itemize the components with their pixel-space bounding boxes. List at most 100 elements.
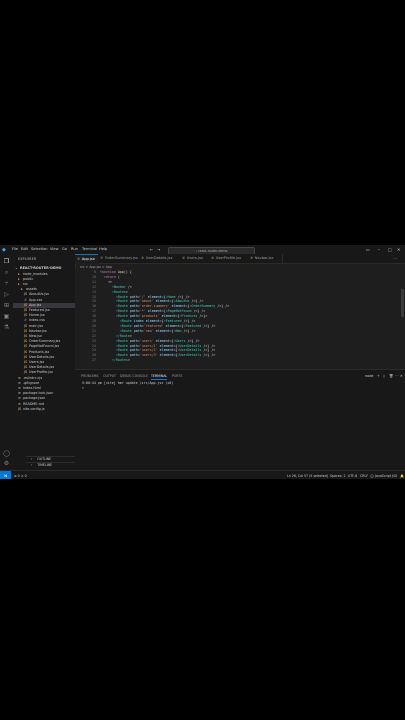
menu-terminal[interactable]: Terminal — [82, 247, 97, 251]
search-view-icon[interactable]: ⌕ — [3, 269, 10, 276]
new-terminal-icon[interactable]: + — [377, 374, 380, 378]
code-text: <Route path='*' element={<PageNotFound /… — [115, 309, 206, 314]
code-text: <Route path='products' element={<Product… — [115, 314, 208, 319]
line-number: 26 — [92, 353, 96, 358]
code-text: <Route path='users' element={<Users />} … — [115, 338, 200, 343]
close-icon[interactable]: ✕ — [397, 247, 400, 252]
tab-app-jsx[interactable]: ⚛ App.jsx — [75, 254, 100, 264]
menu-view[interactable]: View — [50, 247, 59, 251]
project-root[interactable]: ⌄ REACT-ROUTER-DEMO — [15, 266, 62, 271]
minimize-icon[interactable]: – — [378, 247, 380, 252]
tree-item-label: .eslintrc.cjs — [23, 375, 43, 380]
run-debug-icon[interactable]: ▷ — [3, 291, 10, 298]
language-mode[interactable]: {} JavaScript JSX — [370, 474, 397, 478]
indentation[interactable]: Spaces: 2 — [330, 474, 346, 478]
layout-toggle-icon[interactable]: ▭ — [366, 247, 370, 252]
code-text: </Route> — [115, 333, 132, 338]
back-arrow-icon[interactable]: ← — [150, 247, 153, 252]
line-number: 18 — [92, 314, 96, 319]
tree-file[interactable]: JS vite.config.js — [13, 407, 79, 412]
react-file-icon: ⚛ — [211, 256, 215, 260]
code-text: function App() { — [100, 270, 132, 274]
line-number: 12 — [92, 284, 96, 289]
close-panel-icon[interactable]: ✕ — [400, 374, 403, 378]
tab-ports[interactable]: PORTS — [172, 374, 182, 378]
line-number: 22 — [92, 333, 96, 338]
react-file-icon: ⚛ — [100, 256, 104, 260]
code-text: <Route path='new' element={<New />} /> — [119, 328, 196, 333]
testing-icon[interactable]: ⚗ — [3, 324, 10, 331]
tab-debug-console[interactable]: DEBUG CONSOLE — [120, 374, 148, 378]
more-icon[interactable]: ⋯ — [395, 374, 398, 378]
code-text: <Route path='users/2' element={<UserDeta… — [115, 348, 216, 353]
code-line: 23 <Route path='users' element={<Users /… — [75, 339, 395, 344]
code-editor[interactable]: 9 function App() {10 return (11 <> 12 <Nav… — [75, 269, 405, 369]
line-number: 14 — [92, 294, 96, 299]
tree-item-label: UserDetails.jsx — [29, 354, 55, 359]
kill-terminal-icon[interactable]: 🗑 — [389, 374, 393, 378]
tree-item-label: App.jsx — [29, 302, 42, 307]
breadcrumb[interactable]: src > App.jsx > App — [80, 265, 112, 269]
line-endings[interactable]: CRLF — [360, 474, 368, 478]
tab-users-jsx[interactable]: ⚛ Users.jsx — [180, 254, 211, 263]
manage-gear-icon[interactable]: ⚙ — [3, 460, 10, 467]
menu-run[interactable]: Run — [71, 247, 78, 251]
forward-arrow-icon[interactable]: → — [157, 247, 160, 252]
explorer-sidebar: EXPLORER ⌄ REACT-ROUTER-DEMO ▸ node_module… — [13, 254, 88, 470]
chevron-down-icon: ⌄ — [15, 266, 18, 270]
maximize-icon[interactable]: □ — [388, 247, 392, 252]
line-number: 13 — [92, 289, 96, 294]
tree-item-label: package-lock.json — [23, 391, 54, 396]
line-number: 10 — [92, 274, 96, 279]
tab-userdetails-jsx[interactable]: ⚛ UserDetails.jsx — [139, 254, 182, 263]
tab-terminal[interactable]: TERMINAL — [151, 374, 168, 380]
status-bar: ⋊ ⊗ 0 ⚠ 0 Ln 26, Col 57 (5 selected) Spa… — [0, 470, 405, 479]
code-text: return ( — [103, 274, 120, 279]
tab-problems[interactable]: PROBLEMS — [81, 374, 98, 378]
terminal-prompt[interactable]: > — [82, 386, 84, 390]
explorer-icon[interactable]: ❐ — [3, 258, 10, 265]
line-number: 19 — [92, 319, 96, 323]
tree-item-label: PageNotFound.jsx — [29, 344, 60, 349]
tree-item-label: Users.jsx — [29, 359, 45, 364]
code-line: 21 <Route path='new' element={<New />} /… — [75, 329, 395, 334]
more-actions-icon[interactable]: ⋯ — [393, 256, 397, 261]
remote-explorer-icon[interactable]: ▣ — [3, 313, 10, 320]
extensions-icon[interactable]: ⊞ — [3, 302, 10, 309]
source-control-icon[interactable]: ⑂ — [3, 280, 10, 287]
editor-scrollbar[interactable] — [401, 289, 404, 317]
react-file-icon: ⚛ — [250, 256, 254, 260]
terminal-shell-label[interactable]: node — [365, 374, 373, 378]
encoding[interactable]: UTF-8 — [348, 474, 357, 478]
code-text: <Route path='users/3' element={<UserDeta… — [115, 353, 216, 358]
code-line: 14 <Route path='/' element={<Home />} /> — [75, 295, 395, 300]
tree-item-label: Navbar.jsx — [29, 328, 47, 333]
code-line: 25 <Route path='users/2' element={<UserD… — [75, 348, 395, 353]
menu-edit[interactable]: Edit — [21, 247, 28, 251]
tab-ordersummary-jsx[interactable]: ⚛ OrderSummary.jsx — [98, 254, 141, 263]
menu-selection[interactable]: Selection — [31, 247, 48, 251]
command-center-label: react-router-demo — [198, 248, 228, 253]
notifications-bell-icon[interactable]: 🔔 — [400, 474, 404, 478]
tree-item-label: README.md — [23, 401, 45, 406]
menu-help[interactable]: Help — [99, 247, 107, 251]
tree-item-label: OrderSummary.jsx — [29, 339, 61, 344]
cursor-position[interactable]: Ln 26, Col 57 (5 selected) — [287, 474, 328, 478]
tab-navbar-jsx[interactable]: ⚛ Navbar.jsx — [248, 254, 283, 263]
chevron-right-icon: › — [31, 463, 33, 467]
react-file-icon: ⚛ — [182, 256, 186, 260]
menu-file[interactable]: File — [12, 247, 18, 251]
account-icon[interactable]: ◯ — [3, 450, 10, 457]
tab-output[interactable]: OUTPUT — [103, 374, 116, 378]
menu-bar: ◆ File Edit Selection View Go Run Termin… — [0, 245, 405, 255]
menu-go[interactable]: Go — [62, 247, 67, 251]
split-terminal-icon[interactable]: ▯ — [383, 374, 385, 378]
line-number: 21 — [92, 328, 96, 333]
problems-count[interactable]: ⊗ 0 ⚠ 0 — [14, 474, 27, 478]
remote-indicator-icon[interactable]: ⋊ — [0, 471, 11, 479]
tree-item-label: .gitignore — [23, 380, 40, 385]
tab-userprofile-jsx[interactable]: ⚛ UserProfile.jsx — [209, 254, 250, 263]
code-line: 17 <Route path='*' element={<PageNotFoun… — [75, 309, 395, 314]
tree-item-label: UserDetails.jsx — [29, 365, 55, 370]
code-line: 20 <Route path='featured' element={<Feat… — [75, 324, 395, 329]
